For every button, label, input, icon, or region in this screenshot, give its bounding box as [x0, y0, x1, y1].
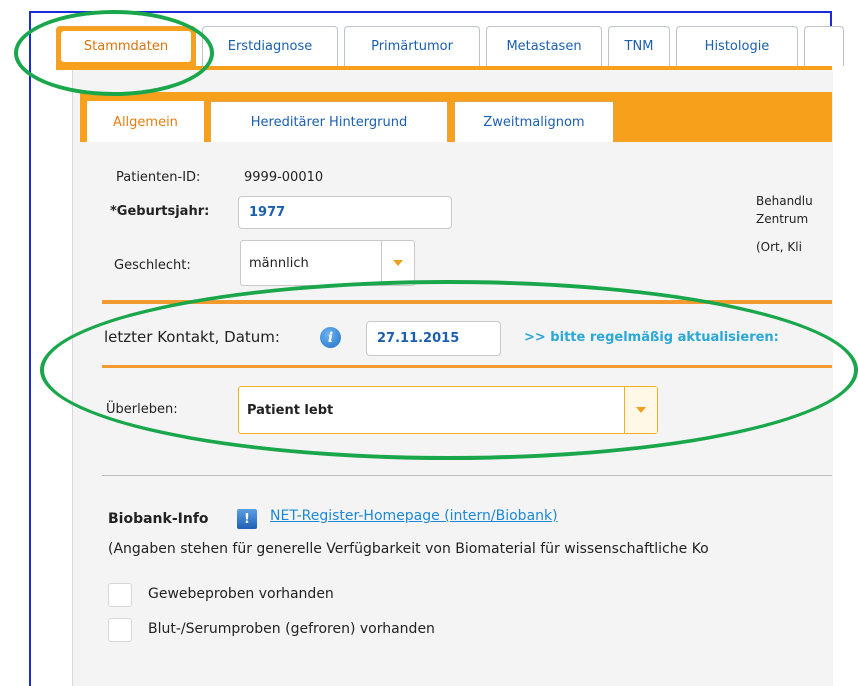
tissue-samples-label: Gewebeproben vorhanden — [148, 586, 334, 602]
biobank-note: (Angaben stehen für generelle Verfügbark… — [108, 541, 709, 557]
frame-left-border — [29, 11, 31, 686]
tab-metastasen[interactable]: Metastasen — [486, 26, 602, 66]
subtab-label: Allgemein — [113, 114, 178, 130]
update-hint: >> bitte regelmäßig aktualisieren: — [524, 330, 779, 345]
chevron-down-icon — [636, 407, 646, 413]
chevron-down-icon — [393, 260, 403, 266]
blood-samples-label: Blut-/Serumproben (gefroren) vorhanden — [148, 621, 435, 637]
sex-select-value: männlich — [249, 255, 309, 271]
section-divider-top — [102, 300, 832, 304]
side-text-line1: Behandlu — [756, 194, 813, 208]
tab-label: Erstdiagnose — [227, 39, 313, 54]
side-text-line3: (Ort, Kli — [756, 240, 802, 254]
info-icon[interactable]: i — [320, 327, 341, 348]
sex-select[interactable]: männlich — [240, 240, 415, 286]
birth-year-value: 1977 — [249, 205, 286, 220]
tab-overflow[interactable] — [804, 26, 844, 66]
tab-label: TNM — [624, 39, 654, 54]
side-text-line2: Zentrum — [756, 212, 809, 226]
subtab-hereditaer[interactable]: Hereditärer Hintergrund — [210, 101, 448, 142]
survival-select-value: Patient lebt — [247, 402, 334, 418]
subtab-label: Hereditärer Hintergrund — [250, 114, 408, 130]
tab-primaertumor[interactable]: Primärtumor — [344, 26, 480, 66]
last-contact-label: letzter Kontakt, Datum: — [104, 328, 280, 346]
tab-label: Metastasen — [506, 39, 582, 54]
last-contact-date-value: 27.11.2015 — [377, 331, 460, 346]
tab-tnm[interactable]: TNM — [608, 26, 670, 66]
tab-stammdaten[interactable]: Stammdaten — [56, 26, 196, 66]
survival-dropdown-button[interactable] — [624, 387, 657, 433]
tab-histologie[interactable]: Histologie — [676, 26, 798, 66]
sex-dropdown-button[interactable] — [381, 241, 414, 285]
birth-year-label: *Geburtsjahr: — [110, 204, 210, 219]
subtab-allgemein[interactable]: Allgemein — [87, 101, 204, 142]
patient-id-value: 9999-00010 — [244, 170, 324, 185]
frame-top-border — [29, 11, 832, 13]
survival-select[interactable]: Patient lebt — [238, 386, 658, 434]
survival-label: Überleben: — [106, 402, 178, 417]
tab-label: Primärtumor — [371, 39, 453, 54]
subtab-base — [80, 142, 832, 148]
section-divider-middle — [102, 365, 832, 368]
tab-erstdiagnose[interactable]: Erstdiagnose — [202, 26, 338, 66]
blood-samples-checkbox[interactable] — [108, 618, 132, 642]
biobank-label: Biobank-Info — [108, 511, 209, 527]
tissue-samples-checkbox[interactable] — [108, 583, 132, 607]
last-contact-date-field[interactable]: 27.11.2015 — [366, 321, 501, 356]
patient-id-label: Patienten-ID: — [116, 170, 201, 185]
subtab-zweitmalignom[interactable]: Zweitmalignom — [454, 101, 614, 142]
sex-label: Geschlecht: — [114, 258, 191, 273]
birth-year-field[interactable]: 1977 — [238, 196, 452, 229]
biobank-homepage-link[interactable]: NET-Register-Homepage (intern/Biobank) — [270, 508, 558, 524]
tab-label: Histologie — [704, 39, 770, 54]
subtab-label: Zweitmalignom — [483, 114, 585, 130]
section-divider-bottom — [102, 475, 832, 476]
tab-label: Stammdaten — [61, 31, 191, 62]
alert-icon[interactable]: ! — [237, 509, 257, 529]
